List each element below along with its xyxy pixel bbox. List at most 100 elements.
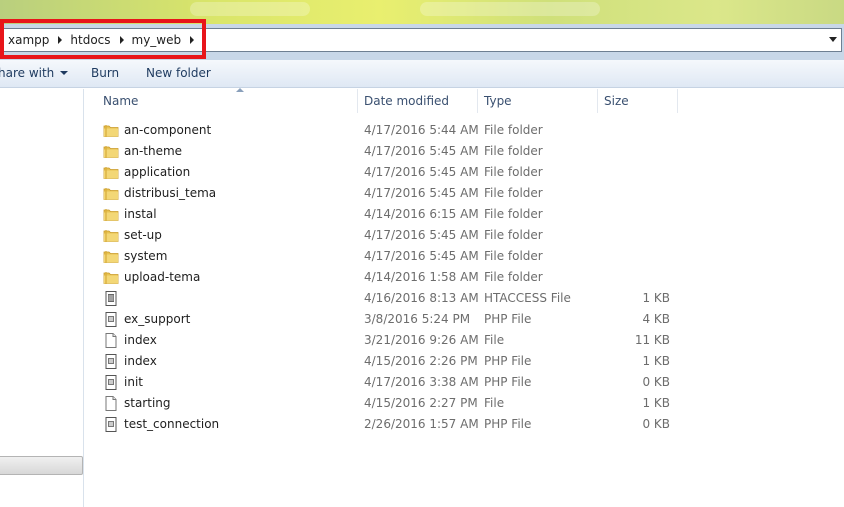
file-row[interactable]: instal 4/14/2016 6:15 AM File folder	[85, 204, 844, 225]
file-type: HTACCESS File	[484, 291, 571, 305]
sort-ascending-icon	[236, 88, 244, 92]
php-file-icon	[103, 375, 119, 390]
file-list: an-component 4/17/2016 5:44 AM File folder…	[85, 120, 844, 435]
highlight-box	[0, 19, 206, 59]
file-name: instal	[124, 207, 157, 221]
titlebar-glow	[190, 2, 310, 16]
file-date: 4/15/2016 2:26 PM	[364, 354, 478, 368]
file-name: application	[124, 165, 191, 179]
column-header-label: Name	[103, 94, 139, 108]
blank-file-icon	[103, 396, 119, 411]
file-date: 4/17/2016 5:45 AM	[364, 165, 479, 179]
file-type: File folder	[484, 270, 543, 284]
file-type: File	[484, 396, 505, 410]
share-with-button[interactable]: hare with	[0, 66, 69, 80]
file-date: 4/14/2016 6:15 AM	[364, 207, 479, 221]
file-row[interactable]: an-component 4/17/2016 5:44 AM File folder	[85, 120, 844, 141]
file-date: 3/8/2016 5:24 PM	[364, 312, 471, 326]
command-bar: hare with Burn New folder	[0, 60, 844, 88]
file-row[interactable]: an-theme 4/17/2016 5:45 AM File folder	[85, 141, 844, 162]
file-row[interactable]: application 4/17/2016 5:45 AM File folder	[85, 162, 844, 183]
file-row[interactable]: set-up 4/17/2016 5:45 AM File folder	[85, 225, 844, 246]
file-name: index	[124, 354, 157, 368]
file-type: File	[484, 333, 505, 347]
file-name: init	[124, 375, 143, 389]
file-row[interactable]: index 3/21/2016 9:26 AM File 11 KB	[85, 330, 844, 351]
file-name: system	[124, 249, 168, 263]
file-date: 4/17/2016 3:38 AM	[364, 375, 479, 389]
file-size: 1 KB	[642, 291, 670, 305]
file-date: 4/17/2016 5:45 AM	[364, 144, 479, 158]
folder-icon	[103, 186, 119, 201]
file-date: 4/17/2016 5:45 AM	[364, 249, 479, 263]
file-date: 4/14/2016 1:58 AM	[364, 270, 479, 284]
file-type: PHP File	[484, 375, 532, 389]
file-date: 4/16/2016 8:13 AM	[364, 291, 479, 305]
file-name: index	[124, 333, 157, 347]
file-type: File folder	[484, 144, 543, 158]
file-type: File folder	[484, 123, 543, 137]
file-row[interactable]: init 4/17/2016 3:38 AM PHP File 0 KB	[85, 372, 844, 393]
file-date: 4/17/2016 5:44 AM	[364, 123, 479, 137]
file-type: File folder	[484, 207, 543, 221]
folder-icon	[103, 123, 119, 138]
file-type: PHP File	[484, 312, 532, 326]
php-file-icon	[103, 417, 119, 432]
file-name: test_connection	[124, 417, 220, 431]
navigation-scrollbar[interactable]	[0, 456, 83, 475]
folder-icon	[103, 270, 119, 285]
navigation-pane[interactable]	[0, 89, 84, 507]
file-name: ex_support	[124, 312, 191, 326]
folder-icon	[103, 228, 119, 243]
file-name: an-component	[124, 123, 212, 137]
file-type: File folder	[484, 165, 543, 179]
folder-icon	[103, 249, 119, 264]
file-size: 1 KB	[642, 396, 670, 410]
file-type: PHP File	[484, 354, 532, 368]
file-row[interactable]: starting 4/15/2016 2:27 PM File 1 KB	[85, 393, 844, 414]
chevron-down-icon[interactable]	[829, 37, 837, 42]
file-row[interactable]: distribusi_tema 4/17/2016 5:45 AM File fol…	[85, 183, 844, 204]
folder-icon	[103, 165, 119, 180]
file-size: 0 KB	[642, 375, 670, 389]
file-type: File folder	[484, 228, 543, 242]
titlebar-glow	[420, 2, 600, 16]
file-size: 4 KB	[642, 312, 670, 326]
file-row[interactable]: test_connection 2/26/2016 1:57 AM PHP File…	[85, 414, 844, 435]
file-row[interactable]: ex_support 3/8/2016 5:24 PM PHP File 4 KB	[85, 309, 844, 330]
file-date: 4/15/2016 2:27 PM	[364, 396, 478, 410]
php-file-icon	[103, 354, 119, 369]
chevron-down-icon	[60, 71, 69, 75]
php-file-icon	[103, 312, 119, 327]
file-row[interactable]: 4/16/2016 8:13 AM HTACCESS File 1 KB	[85, 288, 844, 309]
file-date: 4/17/2016 5:45 AM	[364, 228, 479, 242]
file-name: starting	[124, 396, 171, 410]
column-header-name[interactable]: Name	[97, 88, 358, 113]
file-size: 1 KB	[642, 354, 670, 368]
blank-file-icon	[103, 333, 119, 348]
file-name: an-theme	[124, 144, 183, 158]
file-row[interactable]: index 4/15/2016 2:26 PM PHP File 1 KB	[85, 351, 844, 372]
file-size: 0 KB	[642, 417, 670, 431]
file-type: File folder	[484, 186, 543, 200]
column-header-date[interactable]: Date modified	[358, 89, 478, 113]
file-type: PHP File	[484, 417, 532, 431]
column-header-type[interactable]: Type	[478, 89, 598, 113]
file-date: 3/21/2016 9:26 AM	[364, 333, 479, 347]
burn-button[interactable]: Burn	[91, 66, 119, 80]
file-date: 2/26/2016 1:57 AM	[364, 417, 479, 431]
file-name: upload-tema	[124, 270, 201, 284]
column-header-size[interactable]: Size	[598, 89, 678, 113]
folder-icon	[103, 144, 119, 159]
file-name: distribusi_tema	[124, 186, 217, 200]
file-size: 11 KB	[634, 333, 670, 347]
file-row[interactable]: upload-tema 4/14/2016 1:58 AM File folder	[85, 267, 844, 288]
file-row[interactable]: system 4/17/2016 5:45 AM File folder	[85, 246, 844, 267]
config-file-icon	[103, 291, 119, 306]
file-type: File folder	[484, 249, 543, 263]
column-header: Name Date modified Type Size	[85, 88, 844, 113]
new-folder-button[interactable]: New folder	[146, 66, 211, 80]
file-date: 4/17/2016 5:45 AM	[364, 186, 479, 200]
file-name: set-up	[124, 228, 162, 242]
folder-icon	[103, 207, 119, 222]
